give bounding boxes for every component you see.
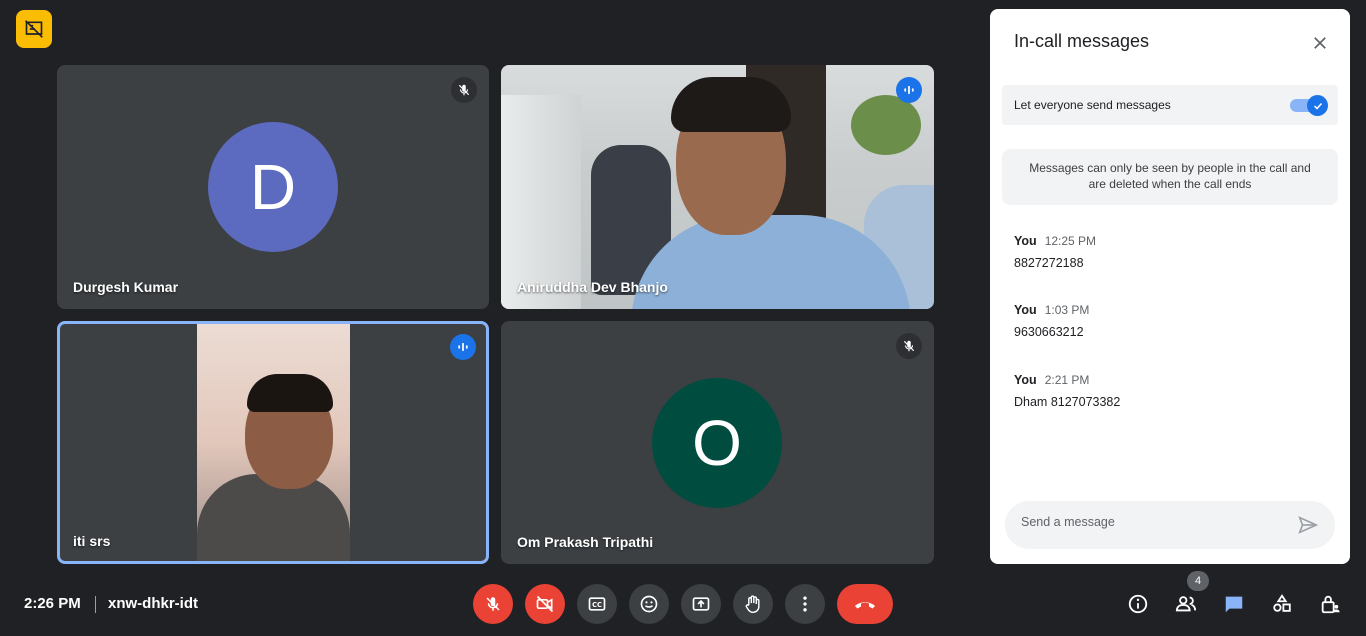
captions-icon: CC: [588, 597, 606, 611]
message-sender: You: [1014, 303, 1037, 317]
avatar: D: [208, 122, 338, 252]
emoji-reactions-button[interactable]: [629, 584, 669, 624]
message-time: 12:25 PM: [1044, 234, 1097, 248]
avatar: O: [652, 378, 782, 508]
close-button[interactable]: [1306, 29, 1334, 57]
people-icon: [1175, 596, 1197, 612]
hand-icon: [745, 595, 760, 614]
close-icon: [1314, 37, 1326, 49]
participant-name: Om Prakash Tripathi: [517, 534, 654, 550]
chat-icon: [1225, 596, 1243, 613]
host-controls-button[interactable]: [1316, 590, 1344, 618]
toggle-label: Let everyone send messages: [1014, 98, 1171, 112]
info-icon: [1128, 594, 1148, 614]
video-feed: [501, 65, 934, 309]
more-options-button[interactable]: [785, 584, 825, 624]
participant-tile-durgesh[interactable]: D Durgesh Kumar: [57, 65, 489, 309]
svg-text:CC: CC: [592, 601, 602, 609]
present-screen-button[interactable]: [681, 584, 721, 624]
participant-tile-om-prakash[interactable]: O Om Prakash Tripathi: [501, 321, 934, 564]
camera-off-icon: [536, 595, 554, 613]
present-icon: [692, 597, 710, 611]
more-vert-icon: [803, 596, 807, 612]
activities-button[interactable]: [1268, 590, 1296, 618]
message-time: 1:03 PM: [1044, 303, 1090, 317]
people-button[interactable]: [1172, 590, 1200, 618]
emoji-icon: [640, 595, 658, 613]
participant-name: Aniruddha Dev Bhanjo: [517, 279, 668, 295]
leave-call-button[interactable]: [837, 584, 893, 624]
in-call-messages-panel: In-call messages Let everyone send messa…: [990, 9, 1350, 564]
camera-toggle-button[interactable]: [525, 584, 565, 624]
message-item: You 12:25 PM 8827272188: [1014, 234, 1096, 270]
participant-name: iti srs: [73, 533, 111, 549]
raise-hand-button[interactable]: [733, 584, 773, 624]
mic-toggle-button[interactable]: [473, 584, 513, 624]
phone-hangup-icon: [855, 602, 875, 609]
message-input[interactable]: [1021, 515, 1281, 529]
mic-off-icon: [486, 597, 500, 611]
message-text: Dham 8127073382: [1014, 395, 1121, 409]
message-item: You 2:21 PM Dham 8127073382: [1014, 373, 1120, 409]
lock-person-icon: [1321, 595, 1340, 614]
speaking-icon: [450, 334, 476, 360]
activities-icon: [1273, 594, 1291, 612]
info-message: Messages can only be seen by people in t…: [1002, 149, 1338, 205]
participant-count-badge: 4: [1187, 571, 1209, 591]
message-sender: You: [1014, 373, 1037, 387]
recording-status-icon[interactable]: [16, 10, 52, 48]
chat-button[interactable]: [1220, 590, 1248, 618]
mic-off-icon: [451, 77, 477, 103]
mic-off-icon: [896, 333, 922, 359]
captions-button[interactable]: CC: [577, 584, 617, 624]
send-button[interactable]: [1297, 514, 1321, 536]
panel-title: In-call messages: [1014, 31, 1150, 51]
messages-toggle[interactable]: [1290, 95, 1328, 116]
message-item: You 1:03 PM 9630663212: [1014, 303, 1089, 339]
check-icon: [1313, 102, 1322, 110]
avatar-letter: O: [692, 407, 742, 479]
meeting-details-button[interactable]: [1124, 590, 1152, 618]
video-feed: [197, 324, 350, 561]
message-text: 8827272188: [1014, 256, 1084, 270]
message-sender: You: [1014, 234, 1037, 248]
meeting-code: xnw-dhkr-idt: [108, 595, 198, 612]
let-everyone-send-row[interactable]: Let everyone send messages: [1002, 85, 1338, 125]
send-icon: [1298, 516, 1319, 534]
avatar-letter: D: [249, 151, 297, 223]
current-time: 2:26 PM: [24, 595, 81, 612]
message-text: 9630663212: [1014, 325, 1084, 339]
participant-name: Durgesh Kumar: [73, 279, 179, 295]
participant-tile-iti-srs[interactable]: iti srs: [57, 321, 489, 564]
participant-tile-aniruddha[interactable]: Aniruddha Dev Bhanjo: [501, 65, 934, 309]
message-time: 2:21 PM: [1044, 373, 1090, 387]
divider: [95, 596, 96, 613]
message-composer: [1005, 501, 1335, 549]
speaking-icon: [896, 77, 922, 103]
